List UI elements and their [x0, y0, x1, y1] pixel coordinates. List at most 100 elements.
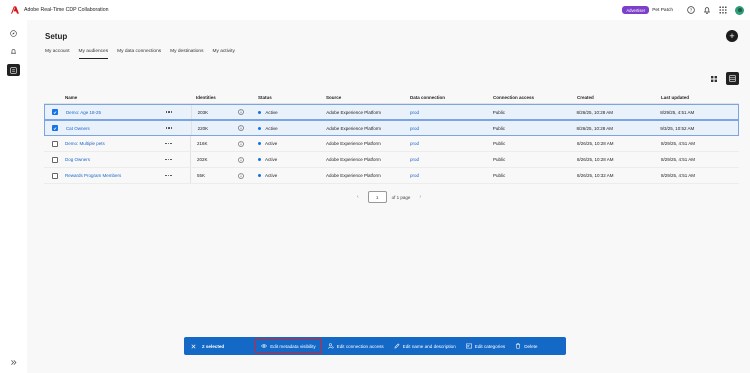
info-icon[interactable]	[238, 140, 244, 147]
audience-name-link[interactable]: Cat Owners	[66, 126, 166, 131]
access-cell: Public	[492, 109, 505, 115]
header-source[interactable]: Source	[326, 95, 410, 100]
status-dot-icon	[258, 174, 261, 177]
tab-my-destinations[interactable]: My destinations	[170, 49, 203, 59]
status-text: Active	[265, 141, 278, 146]
pencil-icon	[394, 343, 400, 349]
rail-expand-button[interactable]	[7, 356, 20, 368]
close-icon	[191, 344, 196, 348]
status-dot-icon	[258, 126, 262, 130]
clear-selection-button[interactable]	[191, 344, 196, 349]
rail-item-home[interactable]	[7, 27, 20, 39]
audience-name-link[interactable]: Dog Owners	[65, 157, 165, 162]
header-created[interactable]: Created	[577, 95, 661, 100]
table-row[interactable]: Demo: Age 18-25 203K Active Adobe Experi…	[44, 104, 739, 120]
header-data-connection[interactable]: Data connection	[410, 95, 493, 100]
delete-button[interactable]: Delete	[515, 343, 537, 349]
audience-name-link[interactable]: Demo: Age 18-25	[66, 110, 166, 115]
source-cell: Adobe Experience Platform	[326, 125, 381, 131]
page-number-input[interactable]: 1	[367, 191, 387, 203]
more-icon[interactable]	[165, 174, 172, 177]
created-cell: 8/26/25, 10:28 AM	[576, 109, 613, 115]
status-dot-icon	[258, 110, 262, 114]
page-count-label: of 1 page	[391, 194, 411, 200]
pagination: ‹ 1 of 1 page ›	[357, 191, 421, 203]
table-row[interactable]: Demo: Multiple pets 216K Active Adobe Ex…	[44, 136, 739, 152]
table-row[interactable]: Dog Owners 202K Active Adobe Experience …	[44, 152, 739, 168]
edit-metadata-visibility-button[interactable]: Edit metadata visibility	[255, 339, 322, 353]
edit-connection-access-button[interactable]: Edit connection access	[327, 343, 384, 349]
chevron-left-icon[interactable]: ‹	[357, 194, 359, 200]
header-connection-access[interactable]: Connection access	[493, 95, 577, 100]
header-status[interactable]: Status	[258, 95, 326, 100]
page-title: Setup	[45, 32, 68, 41]
table-row[interactable]: Cat Owners 220K Active Adobe Experience …	[44, 120, 739, 136]
data-connection-link[interactable]: prod	[410, 126, 493, 131]
data-connection-link[interactable]: prod	[410, 141, 493, 146]
access-cell: Public	[493, 141, 506, 146]
edit-name-label: Edit name and description	[402, 343, 456, 349]
user-access-icon	[327, 343, 334, 349]
rail-item-setup[interactable]	[7, 64, 20, 76]
left-rail	[0, 20, 27, 373]
audience-name-link[interactable]: Demo: Multiple pets	[65, 141, 165, 146]
header-name[interactable]: Name	[65, 95, 165, 100]
audience-name-link[interactable]: Rewards Program Members	[65, 173, 165, 178]
header-last-updated[interactable]: Last updated	[661, 95, 739, 100]
header-identities[interactable]: Identities	[190, 91, 258, 103]
created-cell: 8/26/25, 10:28 AM	[577, 141, 614, 146]
selected-count: 2 selected	[202, 343, 225, 349]
checkmark-icon	[54, 126, 57, 130]
apps-grid-icon[interactable]	[719, 6, 727, 14]
data-connection-link[interactable]: prod	[410, 157, 493, 162]
chevron-right-icon[interactable]: ›	[419, 194, 421, 200]
delete-label: Delete	[524, 343, 538, 349]
checkmark-icon	[54, 110, 57, 114]
data-connection-link[interactable]: prod	[410, 173, 493, 178]
source-cell: Adobe Experience Platform	[326, 141, 381, 146]
identities-count: 216K	[197, 141, 208, 146]
more-icon[interactable]	[165, 111, 173, 113]
tab-my-data-connections[interactable]: My data connections	[117, 49, 161, 59]
created-cell: 8/26/25, 10:28 AM	[576, 125, 613, 131]
data-connection-link[interactable]: prod	[410, 110, 493, 115]
info-icon[interactable]	[238, 156, 244, 163]
more-icon[interactable]	[165, 127, 173, 129]
table-row[interactable]: Rewards Program Members 55K Active Adobe…	[44, 168, 739, 184]
identities-count: 220K	[197, 125, 209, 131]
more-icon[interactable]	[165, 142, 172, 145]
tab-my-account[interactable]: My account	[45, 49, 70, 59]
row-checkbox[interactable]	[52, 125, 59, 131]
status-text: Active	[265, 109, 278, 115]
edit-categories-button[interactable]: Edit categories	[465, 343, 505, 349]
audiences-icon	[10, 66, 17, 74]
info-icon[interactable]	[238, 125, 245, 131]
info-icon[interactable]	[238, 172, 244, 179]
org-switcher[interactable]: Pet Patch	[652, 8, 673, 13]
list-view-button[interactable]	[726, 72, 739, 85]
bell-icon[interactable]	[703, 6, 711, 14]
help-icon[interactable]: ?	[687, 6, 695, 14]
row-checkbox[interactable]	[51, 156, 58, 163]
updated-cell: 8/29/25, 4:51 AM	[661, 173, 696, 178]
created-cell: 8/26/25, 10:32 AM	[577, 173, 614, 178]
bulk-action-bar: 2 selected Edit metadata visibility Edit…	[184, 337, 566, 355]
row-checkbox[interactable]	[51, 140, 58, 147]
info-icon[interactable]	[238, 109, 245, 115]
grid-view-icon[interactable]	[711, 76, 717, 82]
more-icon[interactable]	[165, 158, 172, 161]
app-title: Adobe Real-Time CDP Collaboration	[24, 7, 109, 13]
rail-item-alerts[interactable]	[7, 45, 20, 57]
row-checkbox[interactable]	[51, 172, 58, 179]
user-avatar[interactable]	[735, 5, 744, 15]
add-button[interactable]: +	[726, 30, 738, 42]
tab-my-audiences[interactable]: My audiences	[78, 49, 109, 59]
identities-count: 55K	[197, 173, 206, 178]
row-checkbox[interactable]	[52, 109, 59, 115]
edit-access-label: Edit connection access	[336, 343, 384, 349]
compass-icon	[10, 29, 17, 37]
plus-icon: +	[729, 30, 735, 41]
tab-my-activity[interactable]: My activity	[212, 49, 234, 59]
edit-name-description-button[interactable]: Edit name and description	[394, 343, 456, 349]
status-text: Active	[265, 125, 278, 131]
